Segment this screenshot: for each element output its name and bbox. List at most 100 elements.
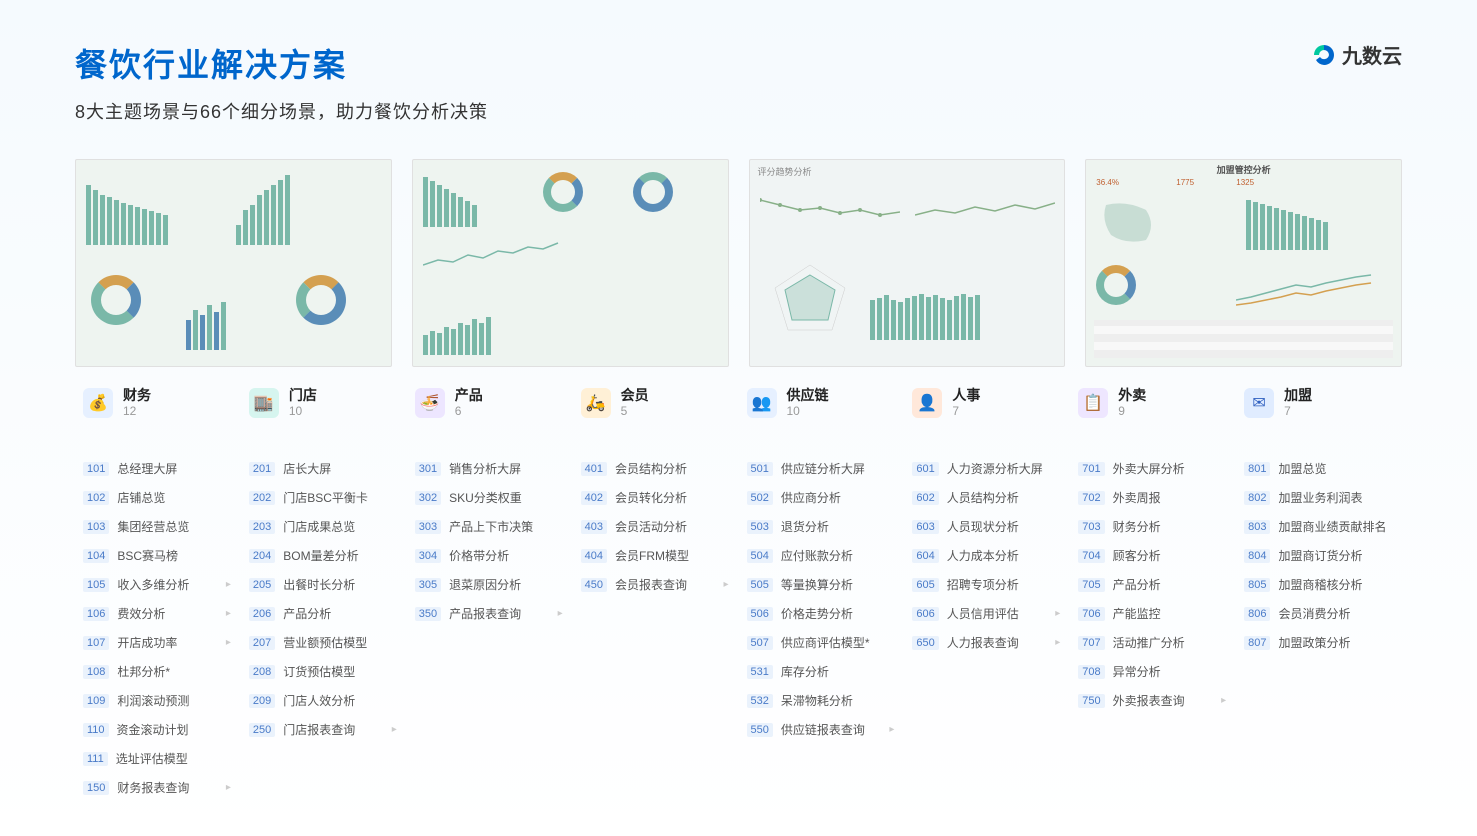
item-number: 350: [415, 607, 441, 621]
list-item[interactable]: 704顾客分析: [1070, 541, 1236, 570]
item-label: 供应商分析: [781, 489, 841, 506]
list-item[interactable]: 606人员信用评估▸: [904, 599, 1070, 628]
list-item[interactable]: 404会员FRM模型: [573, 541, 739, 570]
list-item[interactable]: 205出餐时长分析: [241, 570, 407, 599]
list-item[interactable]: 532呆滞物耗分析: [739, 686, 905, 715]
list-item[interactable]: 807加盟政策分析: [1236, 628, 1402, 657]
item-number: 601: [912, 462, 938, 476]
list-item[interactable]: 502供应商分析: [739, 483, 905, 512]
item-label: 总经理大屏: [117, 460, 177, 477]
list-item[interactable]: 105收入多维分析▸: [75, 570, 241, 599]
list-item[interactable]: 806会员消费分析: [1236, 599, 1402, 628]
list-item[interactable]: 604人力成本分析: [904, 541, 1070, 570]
category-header[interactable]: 👤人事7: [904, 375, 1070, 436]
category-count: 6: [455, 404, 483, 418]
item-number: 650: [912, 636, 938, 650]
list-item[interactable]: 705产品分析: [1070, 570, 1236, 599]
list-item[interactable]: 605招聘专项分析: [904, 570, 1070, 599]
item-label: 供应链报表查询: [781, 721, 865, 738]
list-item[interactable]: 504应付账款分析: [739, 541, 905, 570]
list-item[interactable]: 103集团经营总览: [75, 512, 241, 541]
list-item[interactable]: 805加盟商稽核分析: [1236, 570, 1402, 599]
category-header[interactable]: 📋外卖9: [1070, 375, 1236, 436]
list-item[interactable]: 208订货预估模型: [241, 657, 407, 686]
item-number: 204: [249, 549, 275, 563]
list-item[interactable]: 550供应链报表查询▸: [739, 715, 905, 744]
list-item[interactable]: 701外卖大屏分析: [1070, 454, 1236, 483]
list-item[interactable]: 201店长大屏: [241, 454, 407, 483]
list-item[interactable]: 802加盟业务利润表: [1236, 483, 1402, 512]
list-item[interactable]: 305退菜原因分析: [407, 570, 573, 599]
list-item[interactable]: 803加盟商业绩贡献排名: [1236, 512, 1402, 541]
category-icon: 👤: [912, 388, 942, 418]
item-label: BOM量差分析: [283, 547, 358, 564]
item-number: 303: [415, 520, 441, 534]
list-item[interactable]: 110资金滚动计划: [75, 715, 241, 744]
list-item[interactable]: 708异常分析: [1070, 657, 1236, 686]
list-item[interactable]: 111选址评估模型: [75, 744, 241, 773]
list-item[interactable]: 450会员报表查询▸: [573, 570, 739, 599]
list-item[interactable]: 706产能监控: [1070, 599, 1236, 628]
chevron-right-icon: ▸: [558, 608, 563, 619]
list-item[interactable]: 707活动推广分析: [1070, 628, 1236, 657]
category-column-0: 💰财务12101总经理大屏102店铺总览103集团经营总览104BSC赛马榜10…: [75, 375, 241, 802]
list-item[interactable]: 650人力报表查询▸: [904, 628, 1070, 657]
list-item[interactable]: 403会员活动分析: [573, 512, 739, 541]
item-list: 601人力资源分析大屏602人员结构分析603人员现状分析604人力成本分析60…: [904, 454, 1070, 657]
item-label: 人员现状分析: [947, 518, 1019, 535]
list-item[interactable]: 102店铺总览: [75, 483, 241, 512]
list-item[interactable]: 506价格走势分析: [739, 599, 905, 628]
list-item[interactable]: 804加盟商订货分析: [1236, 541, 1402, 570]
list-item[interactable]: 401会员结构分析: [573, 454, 739, 483]
item-number: 503: [747, 520, 773, 534]
kpi-2: 1775: [1176, 178, 1194, 187]
category-header[interactable]: 🛵会员5: [573, 375, 739, 436]
category-count: 10: [289, 404, 317, 418]
list-item[interactable]: 601人力资源分析大屏: [904, 454, 1070, 483]
list-item[interactable]: 505等量换算分析: [739, 570, 905, 599]
list-item[interactable]: 109利润滚动预测: [75, 686, 241, 715]
item-number: 705: [1078, 578, 1104, 592]
category-header[interactable]: 🏬门店10: [241, 375, 407, 436]
list-item[interactable]: 101总经理大屏: [75, 454, 241, 483]
category-header[interactable]: ✉加盟7: [1236, 375, 1402, 436]
list-item[interactable]: 150财务报表查询▸: [75, 773, 241, 802]
list-item[interactable]: 209门店人效分析: [241, 686, 407, 715]
list-item[interactable]: 108杜邦分析*: [75, 657, 241, 686]
item-label: 财务分析: [1113, 518, 1161, 535]
list-item[interactable]: 750外卖报表查询▸: [1070, 686, 1236, 715]
list-item[interactable]: 204 BOM量差分析: [241, 541, 407, 570]
list-item[interactable]: 107开店成功率▸: [75, 628, 241, 657]
list-item[interactable]: 104BSC赛马榜: [75, 541, 241, 570]
list-item[interactable]: 106费效分析▸: [75, 599, 241, 628]
item-label: 会员结构分析: [615, 460, 687, 477]
list-item[interactable]: 303产品上下市决策: [407, 512, 573, 541]
item-label: 库存分析: [781, 663, 829, 680]
list-item[interactable]: 603人员现状分析: [904, 512, 1070, 541]
list-item[interactable]: 250门店报表查询▸: [241, 715, 407, 744]
list-item[interactable]: 350产品报表查询▸: [407, 599, 573, 628]
kpi-3: 1325: [1236, 178, 1254, 187]
list-item[interactable]: 501供应链分析大屏: [739, 454, 905, 483]
list-item[interactable]: 202门店BSC平衡卡: [241, 483, 407, 512]
category-header[interactable]: 🍜产品6: [407, 375, 573, 436]
list-item[interactable]: 507供应商评估模型*: [739, 628, 905, 657]
item-label: 应付账款分析: [781, 547, 853, 564]
list-item[interactable]: 302SKU分类权重: [407, 483, 573, 512]
list-item[interactable]: 203门店成果总览: [241, 512, 407, 541]
list-item[interactable]: 503退货分析: [739, 512, 905, 541]
list-item[interactable]: 602人员结构分析: [904, 483, 1070, 512]
category-header[interactable]: 👥供应链10: [739, 375, 905, 436]
category-header[interactable]: 💰财务12: [75, 375, 241, 436]
list-item[interactable]: 304价格带分析: [407, 541, 573, 570]
list-item[interactable]: 301销售分析大屏: [407, 454, 573, 483]
category-icon: 🛵: [581, 388, 611, 418]
list-item[interactable]: 702外卖周报: [1070, 483, 1236, 512]
list-item[interactable]: 206产品分析: [241, 599, 407, 628]
list-item[interactable]: 207营业额预估模型: [241, 628, 407, 657]
list-item[interactable]: 402会员转化分析: [573, 483, 739, 512]
item-label: 退菜原因分析: [449, 576, 521, 593]
list-item[interactable]: 531库存分析: [739, 657, 905, 686]
list-item[interactable]: 801加盟总览: [1236, 454, 1402, 483]
list-item[interactable]: 703财务分析: [1070, 512, 1236, 541]
